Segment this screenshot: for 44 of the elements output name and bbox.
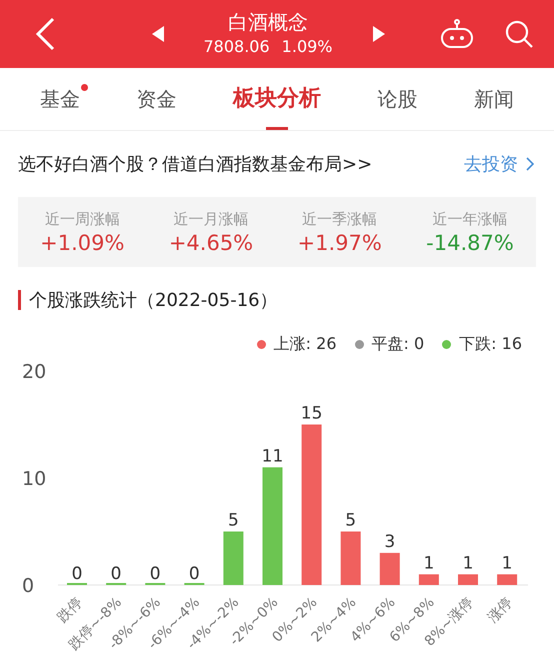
stat-value: +1.09% [40,230,124,254]
stat-label: 近一周涨幅 [44,210,120,228]
data-label: 0 [150,564,161,584]
data-label: 0 [72,564,82,584]
stat-label: 近一年涨幅 [432,210,508,228]
previous-icon[interactable] [152,26,164,42]
index-price: 7808.06 [204,36,270,58]
chevron-icon [526,157,534,171]
data-label: 0 [110,564,122,584]
stat-value: -14.87% [426,230,514,254]
tab[interactable]: 新闻 [474,68,514,130]
data-label: 1 [423,553,434,574]
data-label: 3 [384,532,396,552]
promo-text: 选不好白酒个股？借道白酒指数基金布局>> [18,153,372,176]
robot-icon[interactable] [440,19,474,49]
index-change: 1.09% [282,36,332,58]
data-label: 1 [462,553,474,574]
section-title: 个股涨跌统计（2022-05-16） [29,289,278,312]
tab[interactable]: 板块分析 [232,68,321,130]
tab[interactable]: 资金 [136,68,177,130]
stat-value: +1.97% [297,230,382,254]
category-label: 跌停 [54,594,86,626]
legend-label: 平盘: 0 [372,334,424,354]
tab[interactable]: 基金 [40,68,80,130]
stat-label: 近一季涨幅 [302,210,378,228]
axis-tick-label: 20 [22,361,46,383]
tab[interactable]: 论股 [377,68,418,130]
back-icon[interactable] [34,17,56,51]
axis-tick-label: 10 [22,468,46,490]
data-label: 5 [228,510,239,530]
data-label: 11 [262,446,284,466]
stat-value: +4.65% [168,230,254,254]
legend-label: 下跌: 16 [459,334,522,354]
data-label: 0 [188,564,200,584]
data-label: 15 [300,404,322,424]
next-icon[interactable] [372,26,384,42]
category-label: 涨停 [484,594,516,626]
data-label: 5 [345,510,356,530]
stat-label: 近一月涨幅 [173,210,248,228]
legend-label: 上涨: 26 [274,334,336,354]
board-title: 白酒概念 [228,9,308,35]
axis-tick-label: 0 [22,575,34,597]
data-label: 1 [502,553,513,574]
search-icon[interactable] [504,19,534,49]
